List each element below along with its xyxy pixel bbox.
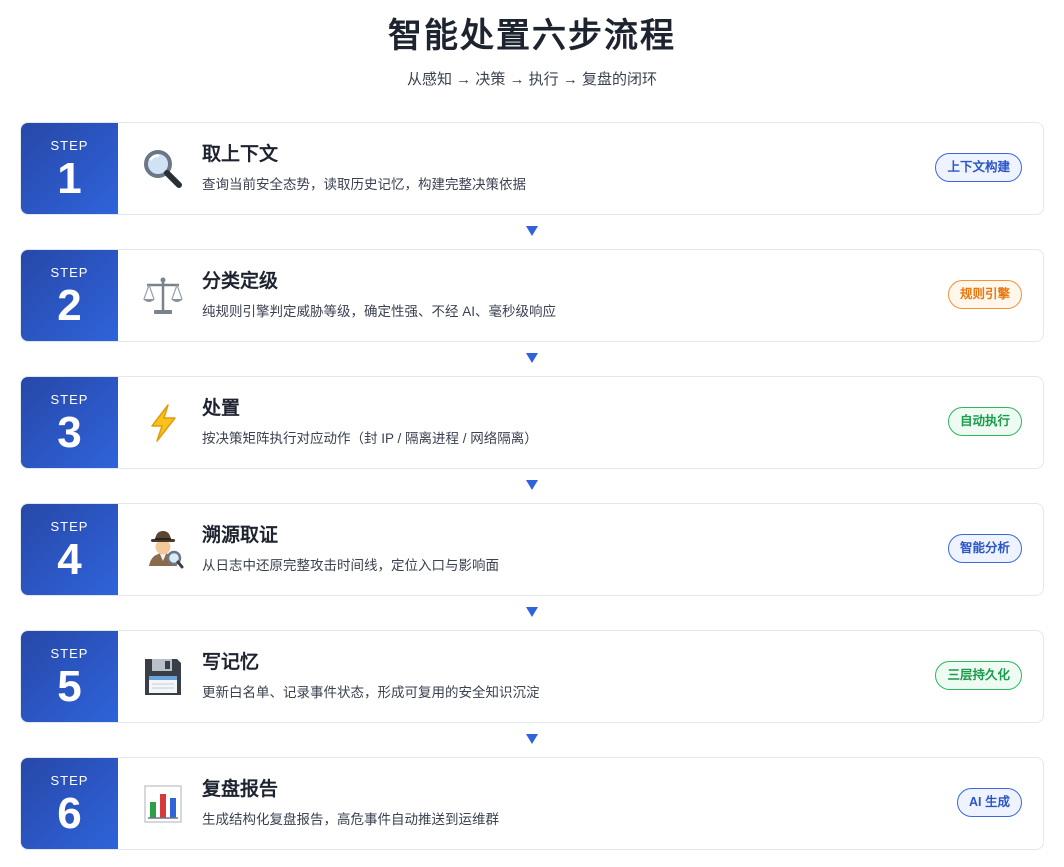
step-label: STEP bbox=[50, 265, 89, 280]
step-description: 查询当前安全态势，读取历史记忆，构建完整决策依据 bbox=[202, 177, 526, 192]
step-number: 4 bbox=[57, 535, 82, 584]
step-label: STEP bbox=[50, 392, 89, 407]
step-card-2: STEP 2 分类定级 纯规则引擎判定威胁等级，确定性强、不经 AI、毫秒级响应… bbox=[20, 249, 1044, 342]
step-label: STEP bbox=[50, 773, 89, 788]
down-arrow-icon bbox=[526, 226, 538, 236]
down-arrow-icon bbox=[526, 734, 538, 744]
step-badge: 规则引擎 bbox=[947, 280, 1022, 309]
step-label: STEP bbox=[50, 646, 89, 661]
step-number: 5 bbox=[57, 662, 82, 711]
balance-scale-icon bbox=[139, 272, 187, 320]
step-number: 2 bbox=[57, 281, 82, 330]
step-title: 处置 bbox=[202, 398, 241, 419]
step-badge: 三层持久化 bbox=[935, 661, 1022, 690]
down-arrow-icon bbox=[526, 607, 538, 617]
step-badge: 智能分析 bbox=[947, 534, 1022, 563]
bar-chart-icon bbox=[139, 780, 187, 828]
step-title: 溯源取证 bbox=[202, 525, 279, 546]
step-description: 更新白名单、记录事件状态，形成可复用的安全知识沉淀 bbox=[202, 685, 540, 700]
step-label: STEP bbox=[50, 138, 89, 153]
step-card-6: STEP 6 复盘报告 生成结构化复盘报告，高危事件自动推送到运维群 AI 生成 bbox=[20, 757, 1044, 850]
step-title: 分类定级 bbox=[202, 271, 279, 292]
step-card-4: STEP 4 溯源取证 从日志中还原完整攻击时间线，定位入口与影响面 智能分析 bbox=[20, 503, 1044, 596]
step-card-5: STEP 5 写记忆 更新白名单、记录事件状态，形成可复用的安全知识沉淀 三层持… bbox=[20, 630, 1044, 723]
lightning-icon bbox=[139, 399, 187, 447]
step-box: STEP 4 bbox=[21, 504, 118, 595]
floppy-disk-icon bbox=[139, 653, 187, 701]
step-badge: 上下文构建 bbox=[935, 153, 1022, 182]
step-number: 1 bbox=[57, 154, 82, 203]
step-description: 按决策矩阵执行对应动作（封 IP / 隔离进程 / 网络隔离） bbox=[202, 431, 538, 446]
step-title: 复盘报告 bbox=[202, 779, 279, 800]
step-description: 生成结构化复盘报告，高危事件自动推送到运维群 bbox=[202, 812, 499, 827]
down-arrow-icon bbox=[526, 353, 538, 363]
step-box: STEP 2 bbox=[21, 250, 118, 341]
step-title: 写记忆 bbox=[202, 652, 260, 673]
step-box: STEP 5 bbox=[21, 631, 118, 722]
step-box: STEP 1 bbox=[21, 123, 118, 214]
step-label: STEP bbox=[50, 519, 89, 534]
step-badge: AI 生成 bbox=[957, 788, 1022, 817]
page-subtitle: 从感知 → 决策 → 执行 → 复盘的闭环 bbox=[406, 71, 657, 88]
step-card-1: STEP 1 取上下文 查询当前安全态势，读取历史记忆，构建完整决策依据 上下文… bbox=[20, 122, 1044, 215]
step-badge: 自动执行 bbox=[947, 407, 1022, 436]
page-title: 智能处置六步流程 bbox=[388, 17, 676, 55]
step-number: 3 bbox=[57, 408, 82, 457]
down-arrow-icon bbox=[526, 480, 538, 490]
step-box: STEP 3 bbox=[21, 377, 118, 468]
step-description: 纯规则引擎判定威胁等级，确定性强、不经 AI、毫秒级响应 bbox=[202, 304, 557, 319]
detective-icon bbox=[139, 526, 187, 574]
step-title: 取上下文 bbox=[202, 144, 279, 165]
step-box: STEP 6 bbox=[21, 758, 118, 849]
step-number: 6 bbox=[57, 789, 82, 838]
step-card-3: STEP 3 处置 按决策矩阵执行对应动作（封 IP / 隔离进程 / 网络隔离… bbox=[20, 376, 1044, 469]
magnifier-icon bbox=[139, 145, 187, 193]
step-description: 从日志中还原完整攻击时间线，定位入口与影响面 bbox=[202, 558, 499, 573]
